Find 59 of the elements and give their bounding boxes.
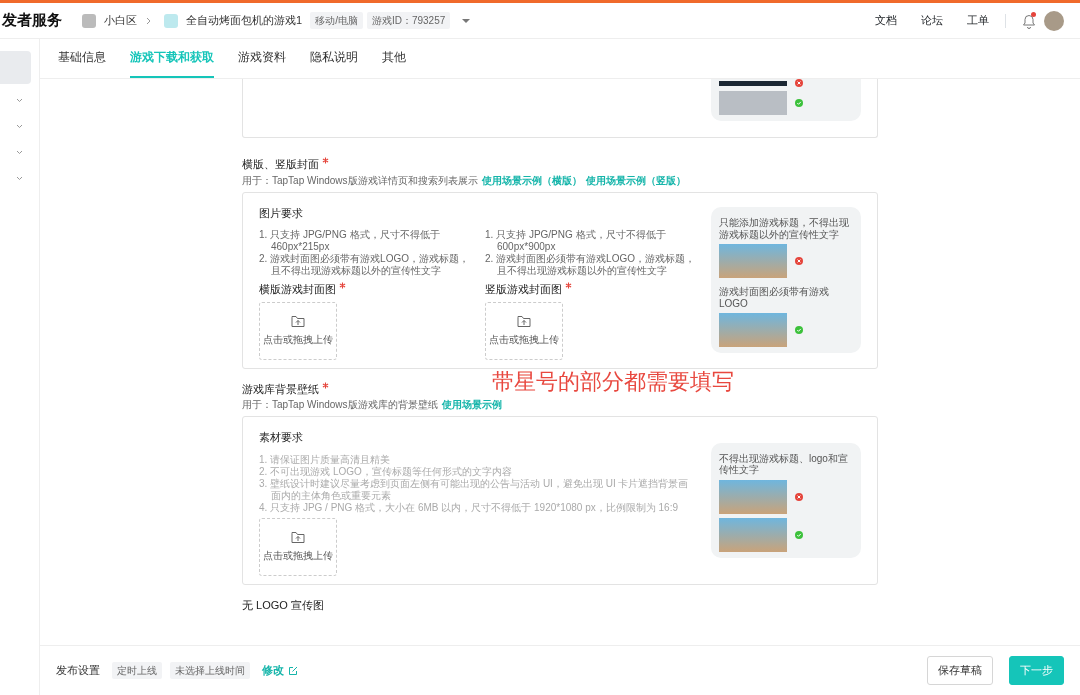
requirement-text: 1. 请保证图片质量高清且精美 — [259, 453, 392, 466]
tab[interactable]: 基础信息 — [58, 39, 106, 78]
annotation-text: 带星号的部分都需要填写 — [492, 367, 734, 396]
chevron-down-icon[interactable] — [16, 176, 23, 181]
example-caption: 只能添加游戏标题，不得出现游戏标题以外的宣传性文字 — [719, 217, 850, 240]
upload-icon — [291, 530, 305, 544]
external-link-icon — [288, 665, 298, 676]
upload-button[interactable]: 点击或拖拽上传 — [485, 301, 563, 360]
tag: 游戏ID：793257 — [366, 12, 451, 29]
tag: 定时上线 — [112, 662, 162, 679]
tab[interactable]: 游戏资料 — [238, 39, 286, 78]
nav-link[interactable]: 论坛 — [921, 12, 943, 29]
dropdown-caret-icon[interactable] — [462, 18, 471, 23]
photo-placeholder — [719, 91, 787, 115]
publish-label: 发布设置 — [56, 663, 100, 679]
chevron-down-icon[interactable] — [16, 98, 23, 103]
field-label: 横版游戏封面图 — [259, 282, 336, 297]
upload-button[interactable]: 点击或拖拽上传 — [259, 301, 337, 360]
tab[interactable]: 隐私说明 — [310, 39, 358, 78]
photo-placeholder — [719, 244, 787, 278]
chevron-right-icon — [145, 16, 152, 25]
section-title: 游戏库背景壁纸 — [242, 381, 319, 397]
requirement-text: 2. 游戏封面图必须带有游戏LOGO，游戏标题，且不得出现游戏标题以外的宣传性文字 — [485, 253, 695, 277]
nav-link[interactable]: 文档 — [875, 12, 897, 29]
card-heading: 图片要求 — [259, 205, 304, 221]
area-icon — [82, 13, 96, 28]
field-label: 竖版游戏封面图 — [485, 282, 562, 297]
brand-logo[interactable]: 发者服务 — [2, 9, 62, 32]
section-description: 用于：TapTap Windows版游戏详情页和搜索列表展示 — [242, 173, 478, 188]
photo-placeholder — [719, 313, 787, 347]
upload-button[interactable]: 点击或拖拽上传 — [259, 517, 337, 576]
chevron-down-icon[interactable] — [16, 150, 23, 155]
chevron-down-icon[interactable] — [16, 124, 23, 129]
section-title: 无 LOGO 宣传图 — [242, 597, 324, 613]
card-heading: 素材要求 — [259, 430, 304, 445]
save-draft-button[interactable]: 保存草稿 — [927, 656, 993, 685]
section-description: 用于：TapTap Windows版游戏库的背景壁纸 — [242, 398, 438, 412]
example-caption: 不得出现游戏标题、logo和宣传性文字 — [719, 452, 849, 476]
requirement-text: 1. 只支持 JPG/PNG 格式，尺寸不得低于 460px*215px — [259, 229, 441, 253]
upload-icon — [291, 314, 305, 328]
requirement-text: 2. 不可出现游戏 LOGO，宣传标题等任何形式的文字内容 — [259, 465, 513, 478]
tag: 移动/电脑 — [310, 12, 363, 29]
photo-placeholder — [719, 479, 787, 514]
requirement-text: 3. 壁纸设计时建议尽量考虑到页面左侧有可能出现的公告与活动 UI，避免出现 UI 卡片遮挡背景画面内的主体角色或重要元素 — [259, 477, 690, 502]
nav-link[interactable]: 工单 — [967, 12, 989, 29]
requirement-text: 4. 只支持 JPG / PNG 格式，大小在 6MB 以内，尺寸不得低于 1920*1080 px，比例限制为 16:9 — [259, 501, 679, 514]
upload-icon — [517, 314, 531, 328]
avatar[interactable] — [1044, 10, 1064, 31]
tab[interactable]: 其他 — [382, 39, 406, 78]
photo-placeholder — [719, 517, 787, 552]
requirement-text: 2. 游戏封面图必须带有游戏LOGO，游戏标题，且不得出现游戏标题以外的宣传性文字 — [259, 253, 469, 277]
breadcrumb-link[interactable]: 小白区 — [104, 12, 137, 29]
requirement-text: 1. 只支持 JPG/PNG 格式，尺寸不得低于 600px*900px — [485, 229, 667, 253]
bell-icon[interactable] — [1022, 13, 1036, 29]
example-caption: 游戏封面图必须带有游戏LOGO — [719, 286, 830, 309]
breadcrumb-link[interactable]: 全自动烤面包机的游戏1 — [186, 12, 303, 29]
game-icon — [164, 13, 178, 28]
section-title: 横版、竖版封面 — [242, 157, 319, 172]
tag: 未选择上线时间 — [170, 662, 250, 679]
